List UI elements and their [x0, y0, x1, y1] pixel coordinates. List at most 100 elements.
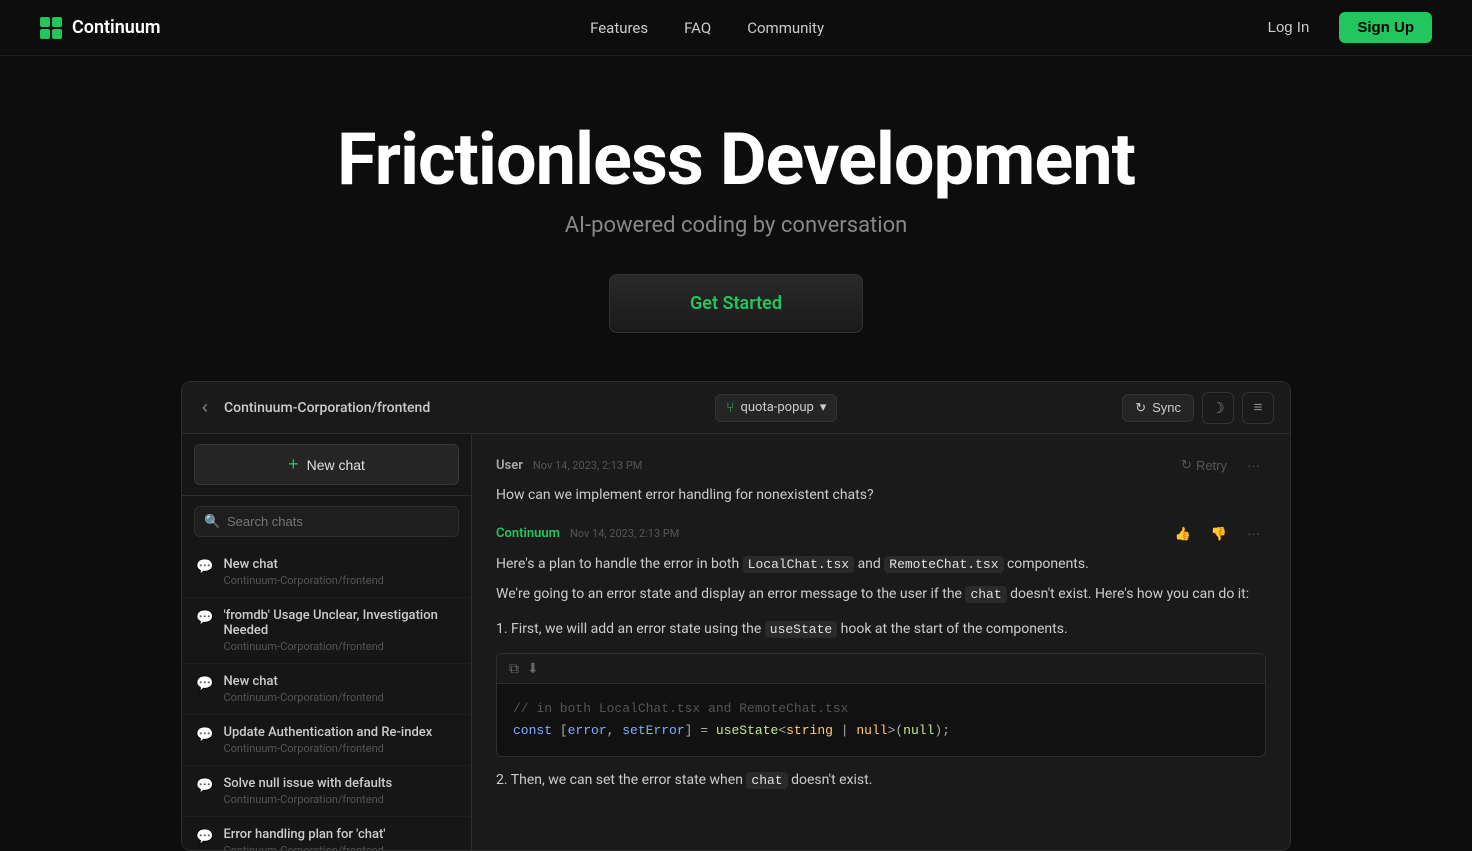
code-inline-localchat: LocalChat.tsx — [743, 556, 854, 573]
chat-item-sub: Continuum-Corporation/frontend — [223, 640, 457, 653]
login-button[interactable]: Log In — [1254, 13, 1324, 42]
message-line2: We're going to an error state and displa… — [496, 583, 1266, 606]
code-content: // in both LocalChat.tsx and RemoteChat.… — [497, 684, 1265, 756]
chat-item-sub: Continuum-Corporation/frontend — [223, 793, 392, 806]
message-time: Nov 14, 2023, 2:13 PM — [570, 527, 679, 540]
code-type-null: null — [856, 723, 887, 738]
thumbs-down-button[interactable]: 👎 — [1205, 523, 1233, 545]
step2-label: 2. — [496, 772, 511, 788]
list-item[interactable]: 💬 Solve null issue with defaults Continu… — [182, 766, 471, 817]
user-message: User Nov 14, 2023, 2:13 PM ↻ Retry ··· H… — [496, 454, 1266, 506]
theme-toggle-button[interactable]: ☽ — [1202, 392, 1234, 424]
chat-item-sub: Continuum-Corporation/frontend — [223, 691, 383, 704]
chat-header-right: ↻ Sync ☽ ≡ — [1122, 392, 1274, 424]
chat-item-sub: Continuum-Corporation/frontend — [223, 574, 383, 587]
chat-icon: 💬 — [196, 610, 213, 626]
get-started-button[interactable]: Get Started — [609, 274, 863, 333]
chat-item-title: Error handling plan for 'chat' — [223, 827, 385, 842]
menu-icon: ≡ — [1254, 399, 1263, 416]
code-null-value: null — [903, 723, 934, 738]
logo-text: Continuum — [72, 17, 161, 38]
nav-links: Features FAQ Community — [590, 19, 824, 37]
code-error-var: error — [568, 723, 607, 738]
main-chat: User Nov 14, 2023, 2:13 PM ↻ Retry ··· H… — [472, 434, 1290, 850]
chat-window: ‹ Continuum-Corporation/frontend ⑂ quota… — [181, 381, 1291, 851]
signup-button[interactable]: Sign Up — [1339, 12, 1432, 43]
message-author: Continuum — [496, 526, 560, 541]
menu-button[interactable]: ≡ — [1242, 392, 1274, 424]
chat-icon: 💬 — [196, 559, 213, 575]
code-inline-remotechat: RemoteChat.tsx — [884, 556, 1003, 573]
nav-features[interactable]: Features — [590, 19, 648, 37]
navbar: Continuum Features FAQ Community Log In … — [0, 0, 1472, 56]
thumbs-up-button[interactable]: 👍 — [1169, 523, 1197, 545]
search-input[interactable] — [194, 506, 459, 537]
list-item[interactable]: 💬 'fromdb' Usage Unclear, Investigation … — [182, 598, 471, 664]
code-toolbar: ⧉ ⬇ — [497, 654, 1265, 684]
chat-item-title: New chat — [223, 557, 383, 572]
new-chat-button[interactable]: + New chat — [194, 444, 459, 485]
logo[interactable]: Continuum — [40, 17, 161, 39]
more-options-button[interactable]: ··· — [1241, 523, 1266, 544]
back-button[interactable]: ‹ — [198, 393, 212, 422]
chat-body: + New chat 🔍 💬 New chat Continuum-Corpor… — [182, 434, 1290, 850]
branch-label: quota-popup — [740, 400, 813, 415]
plus-icon: + — [288, 454, 299, 475]
chat-header-center: ⑂ quota-popup ▾ — [715, 394, 837, 422]
message-header: User Nov 14, 2023, 2:13 PM ↻ Retry ··· — [496, 454, 1266, 476]
list-item[interactable]: 💬 New chat Continuum-Corporation/fronten… — [182, 547, 471, 598]
nav-actions: Log In Sign Up — [1254, 12, 1432, 43]
chevron-down-icon: ▾ — [820, 400, 827, 415]
hero-section: Frictionless Development AI-powered codi… — [0, 56, 1472, 381]
download-button[interactable]: ⬇ — [527, 660, 539, 677]
sync-button[interactable]: ↻ Sync — [1122, 394, 1194, 422]
message-actions: 👍 👎 ··· — [1169, 523, 1266, 545]
branch-icon: ⑂ — [726, 400, 734, 416]
code-comment: // in both LocalChat.tsx and RemoteChat.… — [513, 701, 848, 716]
chat-icon: 💬 — [196, 727, 213, 743]
message-meta: User Nov 14, 2023, 2:13 PM — [496, 458, 642, 473]
list-item[interactable]: 💬 New chat Continuum-Corporation/fronten… — [182, 664, 471, 715]
moon-icon: ☽ — [1211, 399, 1224, 417]
nav-community[interactable]: Community — [747, 19, 824, 37]
chat-item-title: 'fromdb' Usage Unclear, Investigation Ne… — [223, 608, 457, 638]
code-inline-usestate: useState — [765, 621, 837, 638]
chat-list: 💬 New chat Continuum-Corporation/fronten… — [182, 547, 471, 850]
code-inline-chat: chat — [965, 586, 1006, 603]
chat-item-sub: Continuum-Corporation/frontend — [223, 844, 385, 850]
sync-icon: ↻ — [1135, 400, 1146, 416]
chat-item-title: Update Authentication and Re-index — [223, 725, 432, 740]
hero-subtitle: AI-powered coding by conversation — [20, 213, 1452, 238]
message-text: How can we implement error handling for … — [496, 484, 1266, 506]
repo-label: Continuum-Corporation/frontend — [224, 400, 430, 416]
chat-header: ‹ Continuum-Corporation/frontend ⑂ quota… — [182, 382, 1290, 434]
search-box: 🔍 — [194, 506, 459, 537]
code-type-string: string — [786, 723, 833, 738]
sidebar: + New chat 🔍 💬 New chat Continuum-Corpor… — [182, 434, 472, 850]
step1-text: 1. First, we will add an error state usi… — [496, 618, 1266, 641]
chat-header-left: ‹ Continuum-Corporation/frontend — [198, 393, 430, 422]
retry-icon: ↻ — [1181, 457, 1192, 473]
message-header: Continuum Nov 14, 2023, 2:13 PM 👍 👎 ··· — [496, 523, 1266, 545]
message-intro: Here's a plan to handle the error in bot… — [496, 553, 1266, 576]
chat-icon: 💬 — [196, 829, 213, 845]
hero-title: Frictionless Development — [20, 120, 1452, 199]
copy-button[interactable]: ⧉ — [509, 660, 519, 677]
list-item[interactable]: 💬 Update Authentication and Re-index Con… — [182, 715, 471, 766]
ellipsis-icon: ··· — [1247, 526, 1260, 541]
chat-icon: 💬 — [196, 676, 213, 692]
list-item[interactable]: 💬 Error handling plan for 'chat' Continu… — [182, 817, 471, 850]
code-block: ⧉ ⬇ // in both LocalChat.tsx and RemoteC… — [496, 653, 1266, 757]
step2-text: 2. Then, we can set the error state when… — [496, 769, 1266, 792]
branch-selector[interactable]: ⑂ quota-popup ▾ — [715, 394, 837, 422]
code-inline-chat2: chat — [746, 772, 787, 789]
nav-faq[interactable]: FAQ — [684, 19, 711, 37]
more-options-button[interactable]: ··· — [1241, 455, 1266, 476]
retry-button[interactable]: ↻ Retry — [1175, 454, 1233, 476]
assistant-message: Continuum Nov 14, 2023, 2:13 PM 👍 👎 ··· — [496, 523, 1266, 792]
search-icon: 🔍 — [204, 514, 220, 529]
chat-item-title: Solve null issue with defaults — [223, 776, 392, 791]
code-usestate-call: useState — [716, 723, 778, 738]
message-meta: Continuum Nov 14, 2023, 2:13 PM — [496, 526, 679, 541]
thumbs-down-icon: 👎 — [1211, 526, 1227, 542]
